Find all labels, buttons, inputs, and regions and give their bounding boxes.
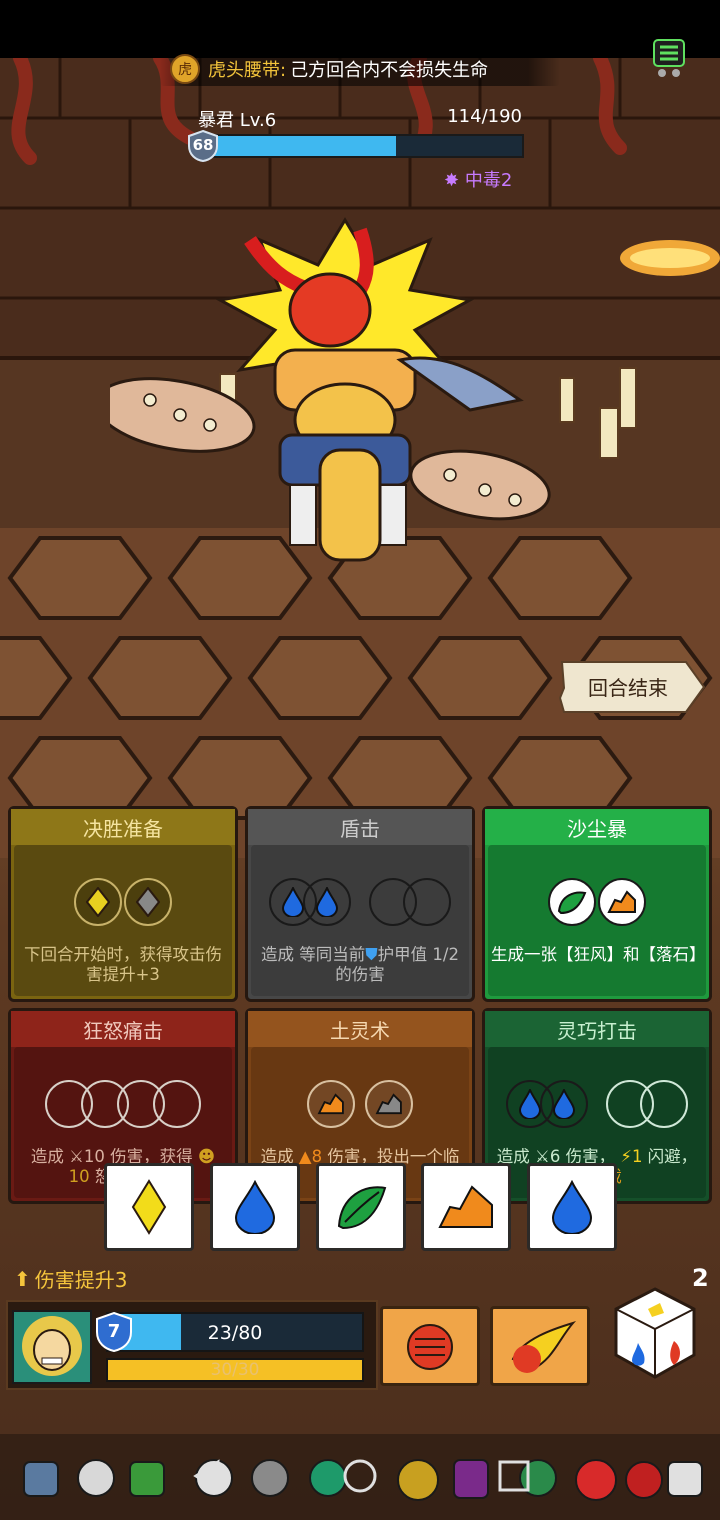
blue-drop-slot-icon	[303, 878, 351, 926]
nav-home-icon[interactable]	[340, 1456, 380, 1496]
yellow-diamond-slot-icon	[74, 878, 122, 926]
status-bar	[0, 0, 720, 58]
die-blue-drop-icon[interactable]	[527, 1163, 617, 1251]
enemy-hp-fill	[208, 136, 397, 156]
orange-rock-slot-icon	[307, 1080, 355, 1128]
card-dice-slots	[11, 877, 235, 927]
card-title: 土灵术	[248, 1011, 472, 1047]
end-turn-button[interactable]: 回合结束	[558, 658, 706, 716]
relic-name: 虎头腰带:	[208, 60, 287, 81]
green-leaf-slot-icon	[548, 878, 596, 926]
enemy-hp-bar	[206, 134, 524, 158]
empty-slot	[153, 1080, 201, 1128]
chevron-up-icon: ⬆	[14, 1266, 31, 1291]
card-dice-slots	[11, 1079, 235, 1129]
player-energy-text: 30/30	[210, 1360, 260, 1380]
rage-amount: 10	[68, 1167, 90, 1186]
card-title: 狂怒痛击	[11, 1011, 235, 1047]
enemy-armor-shield-icon: 68	[188, 129, 218, 163]
player-hp-text: 23/80	[207, 1322, 263, 1344]
card-desc: 造成 等同当前⛊护甲值 1/2 的伤害	[254, 945, 466, 985]
card-title: 灵巧打击	[485, 1011, 709, 1047]
nav-back-icon[interactable]	[188, 1456, 228, 1496]
nav-recents-icon[interactable]	[494, 1456, 534, 1496]
card-title: 沙尘暴	[485, 809, 709, 845]
card-desc-part: 闪避，	[642, 1147, 698, 1166]
card-dice-slots	[485, 877, 709, 927]
card-desc: 生成一张【狂风】和【落石】	[491, 945, 706, 964]
damage-boost-label: 伤害提升3	[34, 1268, 128, 1292]
tyrant-enemy-sprite[interactable]	[110, 210, 580, 590]
gray-rock-slot-icon	[365, 1080, 413, 1128]
card-dice-slots	[248, 1079, 472, 1129]
die-blue-drop-icon[interactable]	[210, 1163, 300, 1251]
card-shield-bash[interactable]: 盾击 造成 等同当前⛊护甲值 1/2 的伤害	[245, 806, 475, 1002]
enemy-armor-value: 68	[192, 136, 214, 154]
card-title: 决胜准备	[11, 809, 235, 845]
die-green-leaf-icon[interactable]	[316, 1163, 406, 1251]
player-avatar[interactable]	[12, 1310, 92, 1384]
card-desc-part: 造成 等同当前	[261, 945, 366, 964]
end-turn-label: 回合结束	[588, 676, 668, 700]
die-orange-rock-icon[interactable]	[421, 1163, 511, 1251]
enemy-hp-text: 114/190	[447, 106, 522, 127]
relic-banner: 虎 虎头腰带: 己方回合内不会损失生命	[160, 52, 560, 86]
damage-boost-status[interactable]: ⬆ 伤害提升3	[14, 1264, 128, 1293]
empty-slot	[403, 878, 451, 926]
card-desc-part: 造成	[30, 1147, 64, 1166]
orange-rock-slot-icon	[598, 878, 646, 926]
skill-fist-icon[interactable]	[380, 1306, 480, 1386]
empty-slot	[640, 1080, 688, 1128]
card-title: 盾击	[248, 809, 472, 845]
menu-icon[interactable]	[652, 38, 686, 78]
card-dice-slots	[248, 877, 472, 927]
rock-inline-icon: ▲	[298, 1147, 312, 1166]
poison-icon: ✸	[444, 170, 460, 191]
sword-inline-icon: ⚔	[69, 1147, 84, 1166]
relic-desc: 己方回合内不会损失生命	[290, 60, 489, 81]
card-desc: 下回合开始时，获得攻击伤害提升+3	[24, 945, 222, 984]
card-dice-slots	[485, 1079, 709, 1129]
tiger-relic-icon: 虎	[170, 54, 200, 84]
poison-status[interactable]: ✸ 中毒2	[444, 166, 512, 192]
poison-label: 中毒2	[464, 170, 513, 191]
enemy-name: 暴君 Lv.6	[198, 110, 277, 131]
gray-diamond-slot-icon	[124, 878, 172, 926]
die-yellow-diamond-icon[interactable]	[104, 1163, 194, 1251]
card-sandstorm[interactable]: 沙尘暴 生成一张【狂风】和【落石】	[482, 806, 712, 1002]
lightning-inline-icon: ⚡	[620, 1147, 632, 1166]
roll-dice-button[interactable]	[612, 1285, 698, 1381]
card-decisive-preparation[interactable]: 决胜准备 下回合开始时，获得攻击伤害提升+3	[8, 806, 238, 1002]
blue-drop-slot-icon	[540, 1080, 588, 1128]
dodge-amount: 1	[631, 1147, 643, 1166]
armor-inline-icon: ⛊	[365, 945, 378, 964]
skill-fireball-icon[interactable]	[490, 1306, 590, 1386]
